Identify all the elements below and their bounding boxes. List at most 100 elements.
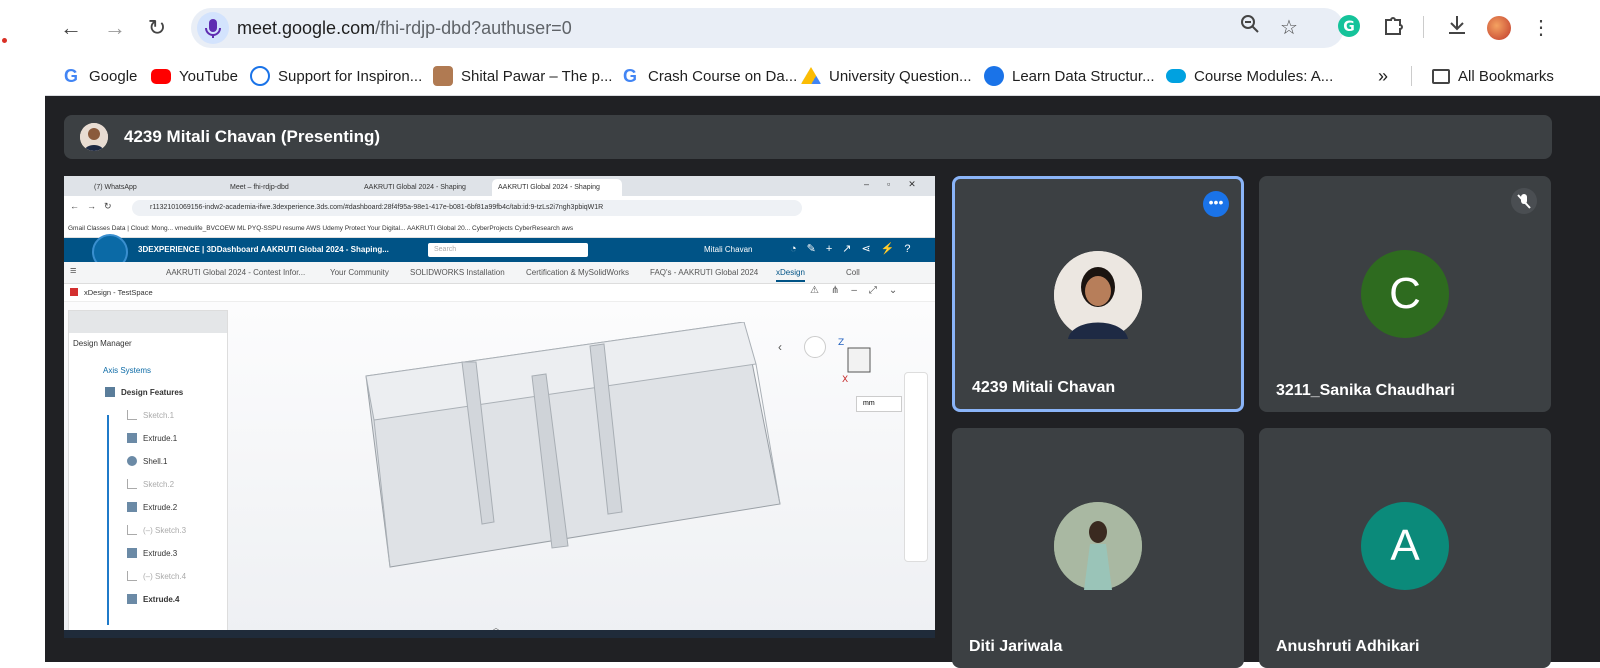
participant-tile[interactable]: C 3211_Sanika Chaudhari bbox=[1259, 176, 1551, 412]
bookmark-course-modules[interactable]: Course Modules: A... bbox=[1166, 62, 1333, 90]
participant-tile[interactable]: ••• 4239 Mitali Chavan bbox=[952, 176, 1244, 412]
participant-tile[interactable]: A Anushruti Adhikari bbox=[1259, 428, 1551, 668]
bookmark-label: Support for Inspiron... bbox=[278, 67, 423, 85]
shared-tab: Meet – fhi-rdjp-dbd bbox=[230, 184, 289, 191]
participant-avatar: A bbox=[1361, 502, 1449, 590]
toolbar-divider bbox=[1423, 16, 1424, 38]
tree-item-label: Extrude.4 bbox=[143, 594, 180, 604]
extrude-icon bbox=[127, 594, 137, 604]
workspace-name: xDesign - TestSpace bbox=[84, 288, 153, 297]
tree-item-label: Shell.1 bbox=[143, 456, 168, 466]
3d-model-box bbox=[365, 322, 781, 568]
tree-item: Extrude.4 bbox=[69, 588, 227, 610]
all-bookmarks-button[interactable]: All Bookmarks bbox=[1432, 62, 1554, 90]
google-icon: G bbox=[622, 66, 637, 86]
google-icon: G bbox=[63, 66, 78, 86]
tree-item: Extrude.2 bbox=[69, 496, 227, 518]
record-indicator-dot bbox=[2, 38, 7, 43]
participant-tile[interactable]: Diti Jariwala bbox=[952, 428, 1244, 668]
microphone-icon[interactable] bbox=[197, 12, 229, 44]
tree-item-label: Design Features bbox=[121, 387, 184, 397]
bookmark-label: Learn Data Structur... bbox=[1012, 67, 1155, 85]
presenter-name: 4239 Mitali Chavan (Presenting) bbox=[124, 127, 381, 146]
dashboard-tab: SOLIDWORKS Installation bbox=[410, 268, 505, 277]
collapse-chevron-icon: ‹ bbox=[778, 340, 782, 354]
shared-address-bar: ←→↻ r1132101069156-indw2-academia-ifwe.3… bbox=[64, 196, 935, 220]
back-icon[interactable]: ← bbox=[57, 14, 85, 42]
shell-icon bbox=[127, 456, 137, 466]
shared-nav-icons: ←→↻ bbox=[70, 201, 120, 211]
star-icon[interactable]: ☆ bbox=[1275, 14, 1303, 42]
tree-item: Sketch.2 bbox=[69, 473, 227, 495]
forward-icon[interactable]: → bbox=[101, 14, 129, 42]
bookmark-crash-course[interactable]: G Crash Course on Da... bbox=[620, 62, 797, 90]
more-horiz-icon[interactable]: ••• bbox=[1203, 191, 1229, 217]
dashboard-tab: Certification & MySolidWorks bbox=[526, 268, 629, 277]
download-icon[interactable] bbox=[1443, 14, 1471, 42]
3dx-dashboard-tabs: ≡ AAKRUTI Global 2024 - Contest Infor...… bbox=[64, 262, 935, 284]
more-bookmarks-button[interactable]: » bbox=[1378, 62, 1388, 90]
url-text: meet.google.com/fhi-rdjp-dbd?authuser=0 bbox=[237, 18, 572, 39]
workspace-controls: ⚠⋔–⤢⌄ bbox=[810, 285, 910, 296]
bookmark-label: Google bbox=[89, 67, 138, 85]
dashboard-tab-active: xDesign bbox=[776, 268, 805, 282]
3d-canvas: Design Manager Axis Systems Design Featu… bbox=[64, 302, 935, 638]
bookmark-youtube[interactable]: YouTube bbox=[151, 62, 238, 90]
bookmark-label: University Question... bbox=[829, 67, 972, 85]
presenter-avatar bbox=[80, 123, 108, 151]
units-select: mm bbox=[856, 396, 902, 412]
bookmark-shital-pawar[interactable]: Shital Pawar – The p... bbox=[433, 62, 612, 90]
bookmark-google[interactable]: G Google bbox=[61, 62, 137, 90]
features-icon bbox=[105, 387, 115, 397]
3dx-search-input: Search bbox=[428, 243, 588, 257]
person-photo-icon bbox=[433, 66, 453, 86]
extrude-icon bbox=[127, 548, 137, 558]
participant-name: 3211_Sanika Chaudhari bbox=[1276, 382, 1455, 399]
sketch-icon bbox=[127, 571, 137, 581]
participant-name: Anushruti Adhikari bbox=[1276, 638, 1420, 655]
bookmark-learn-data-structures[interactable]: Learn Data Structur... bbox=[984, 62, 1155, 90]
reload-icon[interactable]: ↻ bbox=[143, 14, 171, 42]
zoom-icon[interactable] bbox=[1236, 14, 1264, 42]
url-host: meet.google.com bbox=[237, 18, 376, 38]
tree-item: Extrude.3 bbox=[69, 542, 227, 564]
tree-item-label: (–) Sketch.4 bbox=[143, 571, 187, 581]
mic-off-icon bbox=[1511, 188, 1537, 214]
meet-stage: 4239 Mitali Chavan (Presenting) (7) What… bbox=[45, 96, 1600, 668]
tree-item-label: Axis Systems bbox=[103, 365, 152, 375]
bookmark-dell-support[interactable]: Support for Inspiron... bbox=[250, 62, 422, 90]
bookmark-university-question[interactable]: University Question... bbox=[801, 62, 972, 90]
chrome-menu-icon[interactable]: ⋮ bbox=[1527, 14, 1555, 42]
participant-photo bbox=[1054, 251, 1142, 339]
participant-avatar: C bbox=[1361, 250, 1449, 338]
sketch-icon bbox=[127, 479, 137, 489]
extrude-icon bbox=[127, 433, 137, 443]
bookmarks-bar: G Google YouTube Support for Inspiron... … bbox=[45, 56, 1600, 96]
profile-avatar[interactable] bbox=[1485, 14, 1513, 42]
salesforce-cloud-icon bbox=[1166, 69, 1186, 83]
sketch-icon bbox=[127, 410, 137, 420]
tree-item-label: Extrude.2 bbox=[143, 502, 178, 512]
address-bar[interactable]: meet.google.com/fhi-rdjp-dbd?authuser=0 … bbox=[191, 8, 1344, 48]
tree-item-label: Extrude.1 bbox=[143, 433, 178, 443]
participant-name: Diti Jariwala bbox=[969, 638, 1063, 655]
all-bookmarks-label: All Bookmarks bbox=[1458, 67, 1554, 85]
sketch-icon bbox=[127, 525, 137, 535]
shared-screen: (7) WhatsApp Meet – fhi-rdjp-dbd AAKRUTI… bbox=[64, 176, 935, 638]
tree-item: (–) Sketch.3 bbox=[69, 519, 227, 541]
svg-text:X: X bbox=[842, 375, 848, 385]
tree-item: Axis Systems bbox=[69, 359, 227, 381]
grammarly-icon[interactable]: G bbox=[1335, 14, 1363, 42]
shared-tab-active: AAKRUTI Global 2024 - Shaping bbox=[492, 179, 622, 196]
browser-toolbar: ← → ↻ meet.google.com/fhi-rdjp-dbd?authu… bbox=[45, 0, 1600, 56]
shared-bookmarks: Gmail Classes Data | Cloud: Mong... vmed… bbox=[64, 220, 935, 238]
drive-icon bbox=[801, 67, 821, 84]
bookmark-label: Course Modules: A... bbox=[1194, 67, 1334, 85]
extensions-icon[interactable] bbox=[1379, 14, 1407, 42]
presenter-bar: 4239 Mitali Chavan (Presenting) bbox=[64, 115, 1552, 159]
svg-text:G: G bbox=[1343, 19, 1355, 35]
svg-text:Z: Z bbox=[838, 338, 844, 348]
tree-item: Extrude.1 bbox=[69, 427, 227, 449]
bookmark-label: YouTube bbox=[179, 67, 238, 85]
tree-item-label: (–) Sketch.3 bbox=[143, 525, 187, 535]
